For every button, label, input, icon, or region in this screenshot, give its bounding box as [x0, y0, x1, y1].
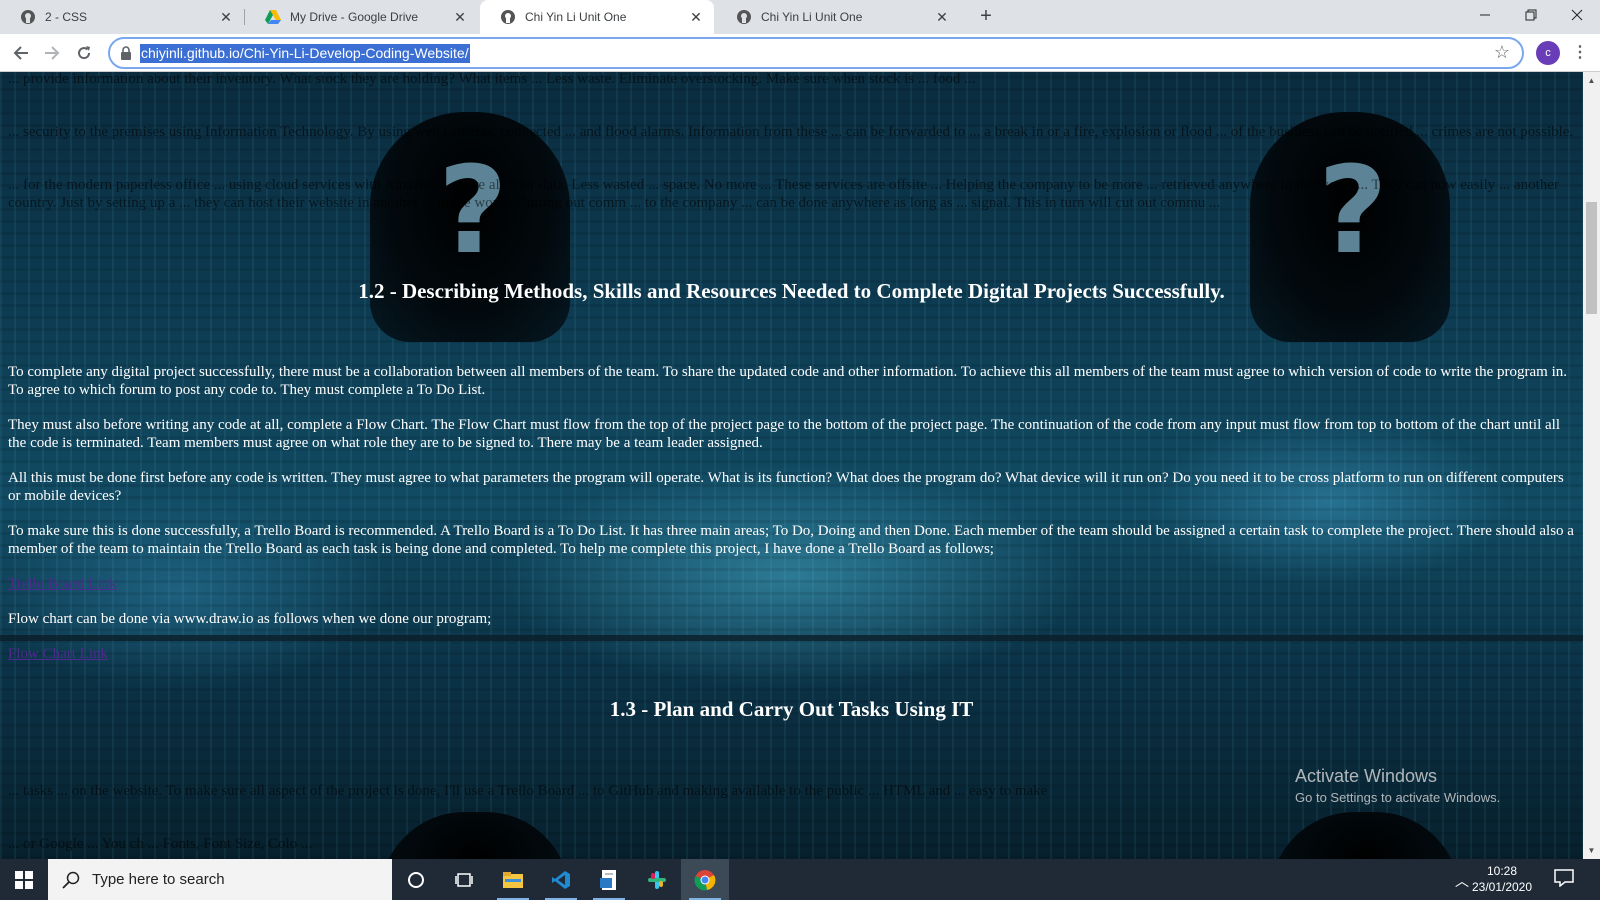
faded-paragraph: ... or Google ... You ch ... Fonts, Font…: [8, 836, 313, 852]
github-icon: [500, 9, 516, 25]
tab-css[interactable]: 2 - CSS ✕: [0, 0, 244, 34]
browser-toolbar: chiyinli.github.io/Chi-Yin-Li-Develop-Co…: [0, 34, 1600, 72]
close-icon[interactable]: ✕: [688, 9, 704, 25]
file-explorer-icon[interactable]: [489, 859, 537, 900]
bookmark-star-icon[interactable]: ☆: [1494, 42, 1510, 63]
minimize-icon[interactable]: [1462, 0, 1508, 30]
question-mark-icon: ?: [438, 142, 508, 281]
search-icon: [62, 871, 80, 889]
taskbar-clock[interactable]: 10:28 23/01/2020: [1468, 863, 1536, 895]
faded-paragraph: ... for the modern paperless office ... …: [8, 177, 1559, 211]
tab-title: 2 - CSS: [45, 10, 88, 24]
search-placeholder: Type here to search: [92, 871, 225, 888]
profile-avatar[interactable]: c: [1536, 41, 1560, 65]
cortana-icon[interactable]: [392, 859, 440, 900]
url-text[interactable]: chiyinli.github.io/Chi-Yin-Li-Develop-Co…: [140, 44, 470, 63]
back-arrow-icon[interactable]: [9, 41, 33, 65]
github-icon: [736, 9, 752, 25]
forward-arrow-icon[interactable]: [40, 41, 64, 65]
flow-chart-link[interactable]: Flow Chart Link: [8, 646, 108, 662]
paragraph: They must also before writing any code a…: [8, 417, 1561, 451]
watermark-title: Activate Windows: [1295, 766, 1438, 786]
system-tray-chevron-icon[interactable]: ︿: [1455, 871, 1469, 891]
windows-taskbar: Type here to search ︿ 10:28 23/01/2020: [0, 859, 1600, 900]
notification-center-icon[interactable]: [1554, 869, 1576, 889]
scroll-down-arrow-icon[interactable]: ▼: [1583, 842, 1600, 859]
question-mark-icon: ?: [1318, 142, 1388, 281]
section-heading-1-3: 1.3 - Plan and Carry Out Tasks Using IT: [609, 697, 974, 721]
file-app-icon[interactable]: [585, 859, 633, 900]
activate-windows-watermark: Activate Windows Go to Settings to activ…: [1295, 766, 1500, 805]
close-icon[interactable]: ✕: [452, 9, 468, 25]
browser-menu-icon[interactable]: ⋮: [1571, 43, 1589, 63]
page-viewport: ? ? ... provide information about their …: [0, 72, 1583, 859]
background-seam: [0, 635, 1583, 641]
paragraph: To make sure this is done successfully, …: [8, 523, 1574, 557]
address-bar[interactable]: chiyinli.github.io/Chi-Yin-Li-Develop-Co…: [108, 37, 1524, 69]
clock-date: 23/01/2020: [1471, 880, 1533, 894]
tab-unit-one-active[interactable]: Chi Yin Li Unit One ✕: [480, 0, 714, 34]
close-icon[interactable]: ✕: [934, 9, 950, 25]
tab-strip: 2 - CSS ✕ My Drive - Google Drive ✕ Chi …: [0, 0, 1600, 34]
new-tab-button[interactable]: +: [975, 6, 997, 28]
restore-icon[interactable]: [1508, 0, 1554, 30]
tab-title: My Drive - Google Drive: [290, 10, 419, 24]
tab-google-drive[interactable]: My Drive - Google Drive ✕: [245, 0, 478, 34]
window-close-icon[interactable]: [1554, 0, 1600, 30]
trello-board-link[interactable]: Trello Board Link: [8, 576, 117, 592]
vertical-scrollbar[interactable]: ▲ ▼: [1583, 72, 1600, 859]
paragraph: To complete any digital project successf…: [8, 364, 1567, 398]
section-heading-1-2: 1.2 - Describing Methods, Skills and Res…: [358, 279, 1225, 303]
chrome-icon[interactable]: [681, 859, 729, 900]
github-icon: [20, 9, 36, 25]
task-view-icon[interactable]: [440, 859, 488, 900]
tab-unit-one[interactable]: Chi Yin Li Unit One ✕: [716, 0, 960, 34]
tab-title: Chi Yin Li Unit One: [525, 10, 627, 24]
paragraph: Flow chart can be done via www.draw.io a…: [8, 611, 492, 627]
scroll-up-arrow-icon[interactable]: ▲: [1583, 72, 1600, 89]
windows-start-icon[interactable]: [0, 859, 48, 900]
scrollbar-thumb[interactable]: [1586, 202, 1597, 314]
tab-title: Chi Yin Li Unit One: [761, 10, 863, 24]
paragraph: All this must be done first before any c…: [8, 470, 1564, 504]
clock-time: 10:28: [1486, 864, 1518, 878]
watermark-subtitle: Go to Settings to activate Windows.: [1295, 790, 1501, 805]
faded-paragraph: ... provide information about their inve…: [8, 72, 976, 87]
faded-paragraph: ... security to the premises using Infor…: [8, 124, 1574, 140]
lock-icon: [120, 46, 134, 62]
vscode-icon[interactable]: [537, 859, 585, 900]
close-icon[interactable]: ✕: [218, 9, 234, 25]
google-drive-icon: [265, 9, 281, 25]
taskbar-search-box[interactable]: Type here to search: [48, 859, 392, 900]
reload-icon[interactable]: [72, 41, 96, 65]
slack-icon[interactable]: [633, 859, 681, 900]
